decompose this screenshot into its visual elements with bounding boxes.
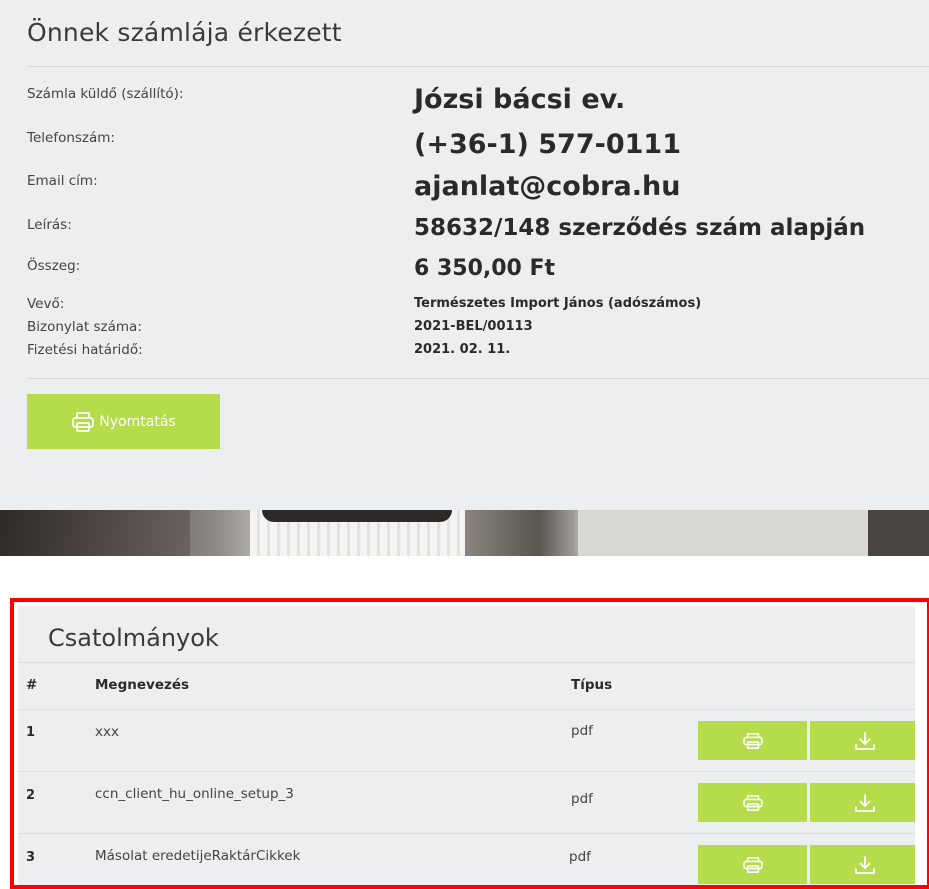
column-header-number: #: [26, 677, 38, 693]
background-photo: [0, 510, 929, 556]
email-label: Email cím:: [27, 173, 98, 189]
download-icon: [854, 793, 875, 812]
photo-region: [575, 510, 868, 556]
attachment-type: pdf: [571, 791, 593, 807]
divider: [18, 662, 915, 663]
description-value: 58632/148 szerződés szám alapján: [414, 215, 866, 241]
download-attachment-button[interactable]: [810, 783, 915, 822]
due-date-value: 2021. 02. 11.: [414, 342, 511, 357]
photo-region: [262, 510, 452, 522]
print-button-label: Nyomtatás: [99, 413, 176, 430]
column-header-type: Típus: [571, 677, 613, 693]
photo-region: [0, 510, 190, 556]
attachments-title: Csatolmányok: [48, 624, 219, 652]
download-attachment-button[interactable]: [810, 721, 915, 760]
printer-icon: [742, 856, 763, 873]
print-attachment-button[interactable]: [698, 845, 807, 884]
printer-icon: [72, 411, 95, 432]
divider: [18, 833, 915, 834]
description-label: Leírás:: [27, 217, 72, 233]
attachment-name: Másolat eredetijeRaktárCikkek: [95, 848, 301, 864]
amount-label: Összeg:: [27, 258, 81, 274]
print-attachment-button[interactable]: [698, 783, 807, 822]
document-number-value: 2021-BEL/00113: [414, 319, 533, 334]
print-button[interactable]: Nyomtatás: [27, 394, 220, 449]
column-header-name: Megnevezés: [95, 677, 190, 693]
due-date-label: Fizetési határidő:: [27, 342, 143, 358]
attachment-type: pdf: [571, 723, 593, 739]
divider: [18, 771, 915, 772]
divider: [18, 709, 915, 710]
row-number: 3: [26, 850, 36, 865]
email-value: ajanlat@cobra.hu: [414, 171, 681, 202]
printer-icon: [742, 732, 763, 749]
attachment-name: xxx: [95, 724, 119, 740]
sender-label: Számla küldő (szállító):: [27, 86, 184, 102]
attachment-name: ccn_client_hu_online_setup_3: [95, 786, 294, 802]
amount-value: 6 350,00 Ft: [414, 256, 556, 281]
attachments-panel: Csatolmányok # Megnevezés Típus 1 xxx pd…: [18, 606, 915, 885]
buyer-value: Természetes Import János (adószámos): [414, 296, 702, 311]
row-number: 1: [26, 725, 36, 740]
sender-value: Józsi bácsi ev.: [414, 84, 626, 115]
row-number: 2: [26, 788, 36, 803]
attachment-type: pdf: [569, 849, 591, 865]
invoice-panel: Önnek számlája érkezett Számla küldő (sz…: [0, 0, 929, 510]
phone-value: (+36-1) 577-0111: [414, 129, 681, 160]
buyer-label: Vevő:: [27, 296, 65, 312]
divider: [27, 378, 929, 379]
invoice-title: Önnek számlája érkezett: [27, 18, 342, 47]
attachments-highlight: Csatolmányok # Megnevezés Típus 1 xxx pd…: [10, 598, 929, 889]
download-icon: [854, 731, 875, 750]
download-icon: [854, 855, 875, 874]
document-number-label: Bizonylat száma:: [27, 319, 142, 335]
download-attachment-button[interactable]: [810, 845, 915, 884]
photo-region: [868, 510, 929, 556]
printer-icon: [742, 794, 763, 811]
divider: [27, 66, 929, 67]
print-attachment-button[interactable]: [698, 721, 807, 760]
phone-label: Telefonszám:: [27, 130, 115, 146]
